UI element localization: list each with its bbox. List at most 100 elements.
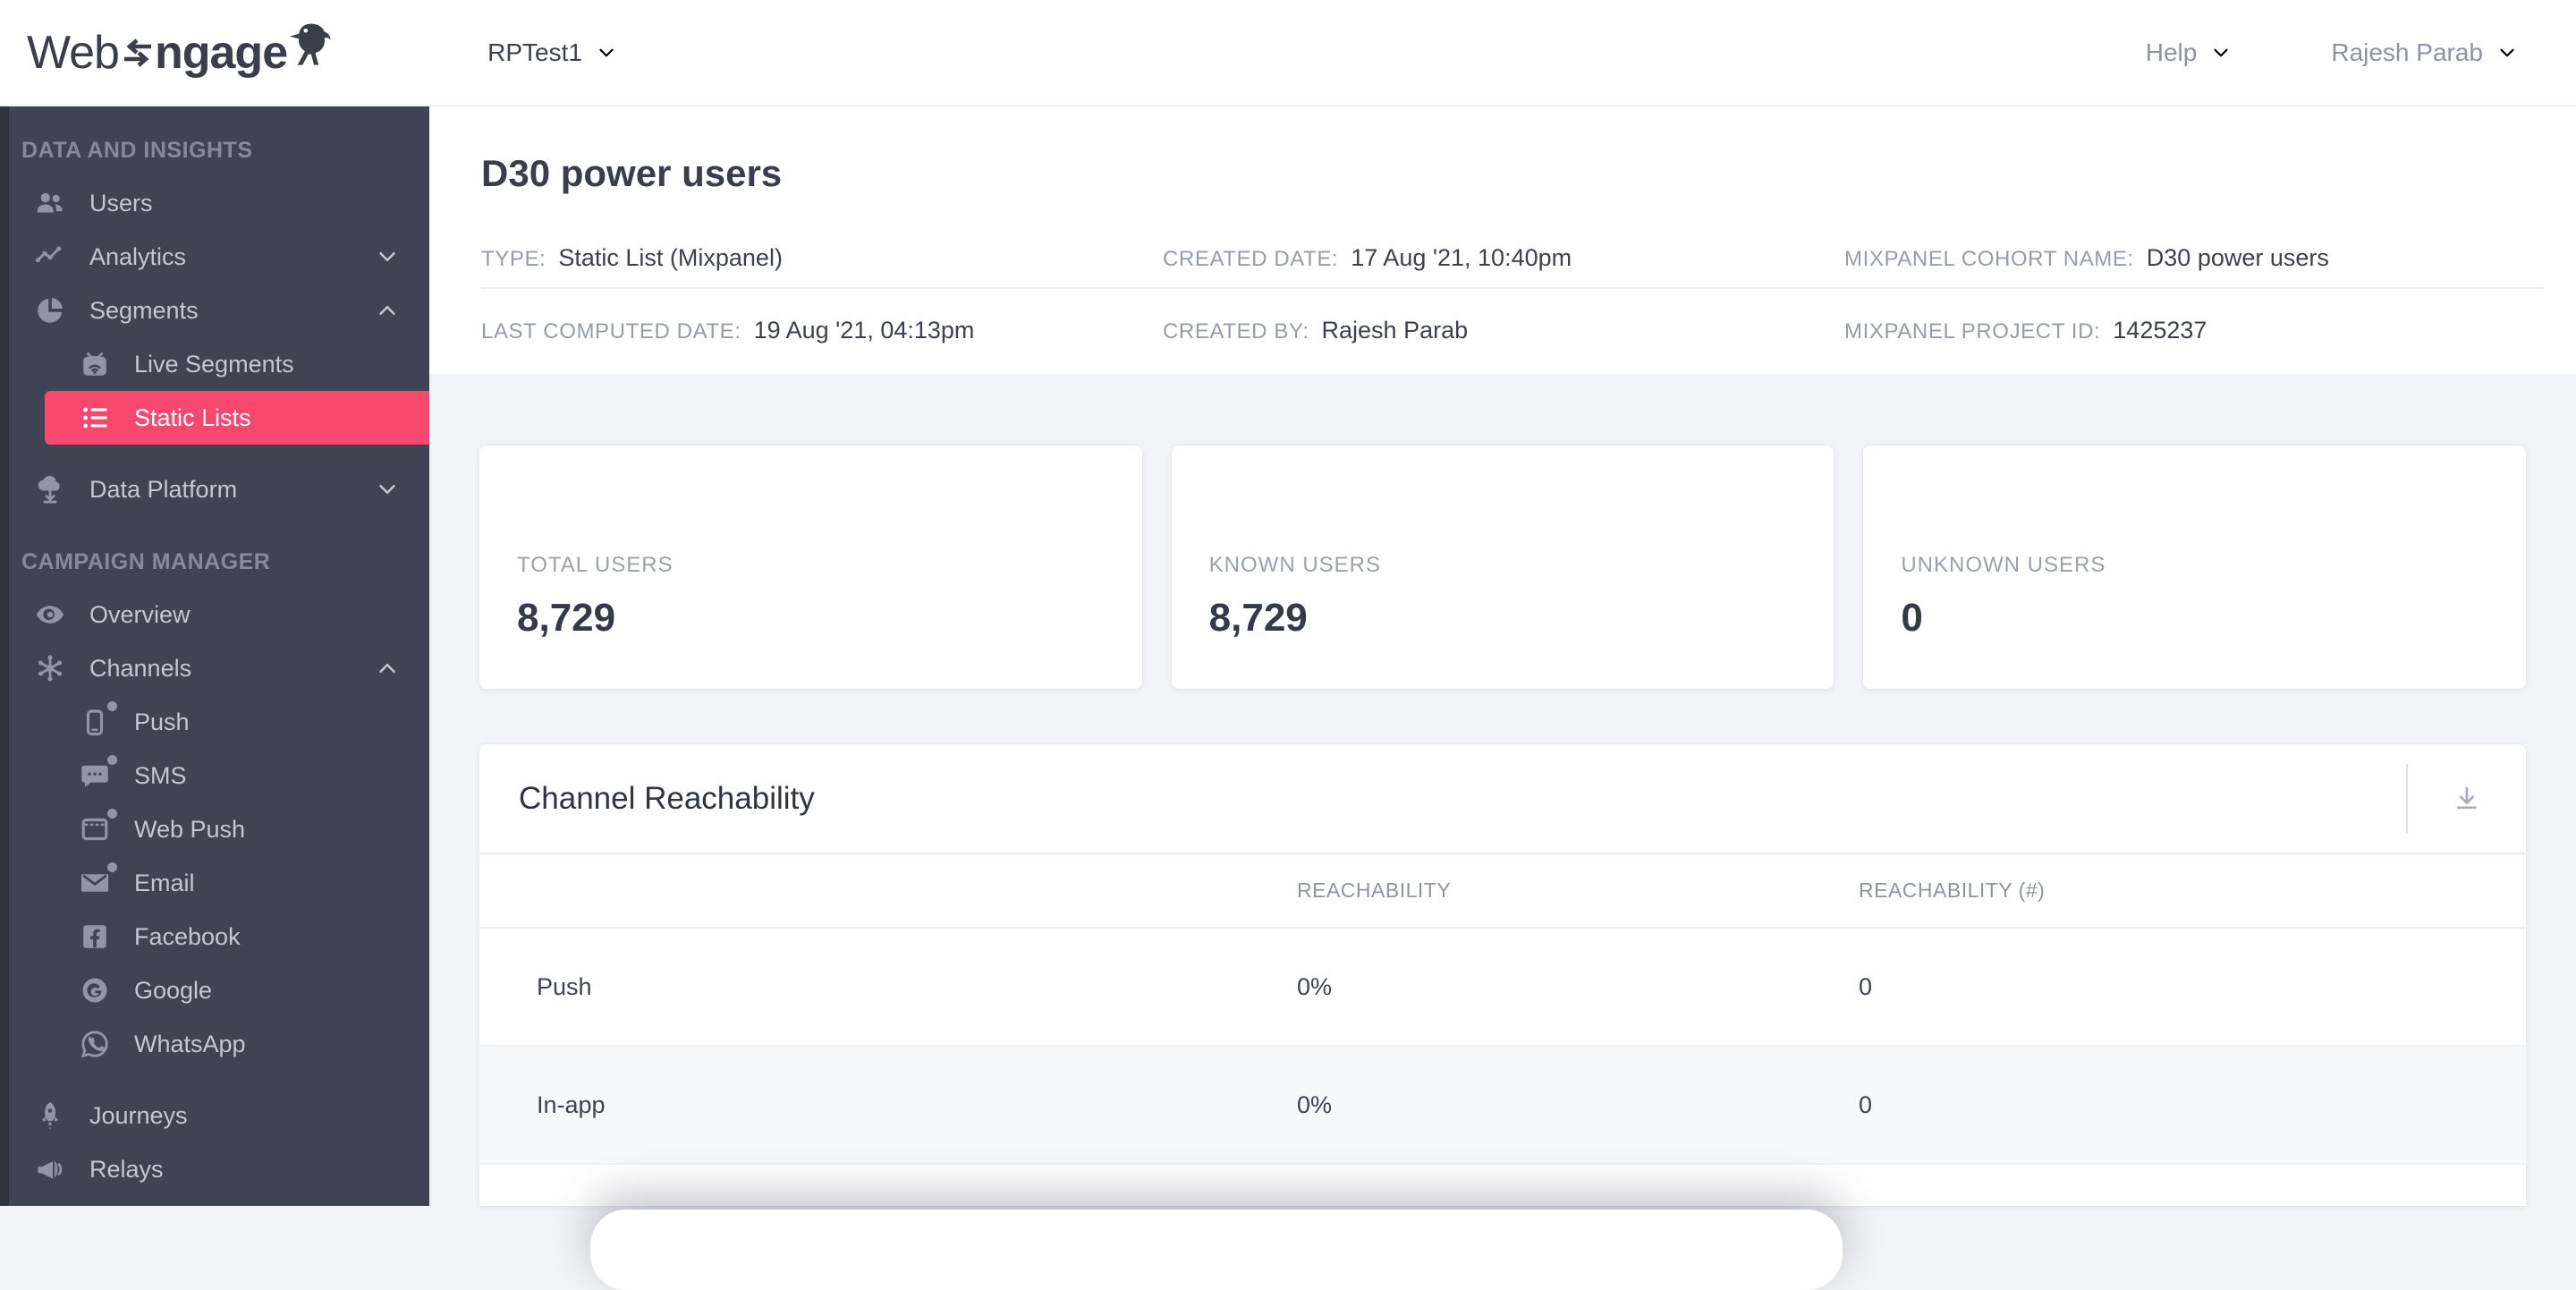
- sidebar-section-campaign-manager: CAMPAIGN MANAGER: [21, 549, 271, 574]
- static-lists-icon: [79, 402, 111, 434]
- sidebar-item-segments[interactable]: Segments: [0, 284, 429, 337]
- webengage-wordmark: Web ngage: [27, 26, 288, 80]
- sidebar-item-channels[interactable]: Channels: [0, 641, 429, 695]
- sidebar-item-overview[interactable]: Overview: [0, 588, 429, 641]
- table-row-partial: [479, 1165, 2526, 1206]
- meta-value: 1425237: [2113, 316, 2207, 344]
- stat-value: 8,729: [517, 596, 616, 640]
- sidebar-item-relays[interactable]: Relays: [0, 1142, 429, 1196]
- logo-ngage-text: ngage: [154, 26, 288, 79]
- meta-cohort-name: MIXPANEL COHORT NAME: D30 power users: [1844, 244, 2544, 272]
- email-channel-icon: [79, 862, 117, 899]
- sidebar-item-push[interactable]: Push: [0, 695, 429, 749]
- meta-type: TYPE: Static List (Mixpanel): [481, 244, 1163, 272]
- project-switcher[interactable]: RPTest1: [487, 38, 618, 67]
- meta-created-date: CREATED DATE: 17 Aug '21, 10:40pm: [1163, 244, 1844, 272]
- analytics-icon: [34, 241, 66, 273]
- chevron-down-icon: [379, 485, 395, 494]
- table-header-row: REACHABILITY REACHABILITY (#): [479, 854, 2526, 929]
- badge-dot: [107, 862, 117, 872]
- column-reachability-count: REACHABILITY (#): [1859, 878, 2046, 902]
- meta-value: D30 power users: [2146, 243, 2329, 271]
- project-name: RPTest1: [487, 38, 582, 66]
- channel-name: Push: [537, 972, 592, 1000]
- stat-label: TOTAL USERS: [517, 553, 674, 577]
- sidebar-item-label: Users: [89, 189, 153, 216]
- sidebar-item-label: Relays: [89, 1155, 164, 1183]
- segments-icon: [34, 294, 66, 327]
- download-button[interactable]: [2408, 744, 2526, 853]
- sidebar-item-facebook[interactable]: Facebook: [0, 910, 429, 963]
- total-users-card: TOTAL USERS 8,729: [479, 446, 1142, 689]
- sidebar-item-label: SMS: [134, 761, 187, 789]
- sidebar-item-data-platform[interactable]: Data Platform: [0, 463, 429, 516]
- top-app-bar: Web ngage RPTest1 Help Rajesh Parab: [0, 0, 2576, 105]
- bottom-floating-element-shadow: [590, 1209, 1843, 1290]
- data-platform-icon: [34, 473, 66, 505]
- sidebar-item-journeys[interactable]: Journeys: [0, 1089, 429, 1142]
- help-label: Help: [2145, 38, 2198, 66]
- meta-label: MIXPANEL COHORT NAME:: [1844, 246, 2134, 271]
- live-segments-icon: [79, 348, 111, 380]
- facebook-icon: [79, 921, 111, 953]
- sidebar-item-live-segments[interactable]: Live Segments: [0, 337, 429, 391]
- badge-dot: [107, 755, 117, 765]
- webengage-bird-icon: [290, 23, 331, 65]
- badge-dot: [107, 701, 117, 711]
- meta-label: MIXPANEL PROJECT ID:: [1844, 318, 2101, 344]
- column-reachability: REACHABILITY: [1297, 878, 1452, 902]
- meta-label: TYPE:: [481, 246, 547, 271]
- meta-created-by: CREATED BY: Rajesh Parab: [1163, 317, 1844, 344]
- known-users-card: KNOWN USERS 8,729: [1171, 446, 1835, 689]
- sidebar-item-label: WhatsApp: [134, 1030, 246, 1057]
- sidebar-item-whatsapp[interactable]: WhatsApp: [0, 1017, 429, 1071]
- page-title: D30 power users: [481, 152, 783, 194]
- badge-dot: [107, 809, 117, 819]
- meta-label: LAST COMPUTED DATE:: [481, 318, 741, 344]
- relays-megaphone-icon: [34, 1153, 66, 1185]
- reachability-count: 0: [1859, 1091, 1873, 1118]
- stat-value: 0: [1901, 596, 1923, 640]
- sidebar-item-users[interactable]: Users: [0, 176, 429, 230]
- main-content: D30 power users TYPE: Static List (Mixpa…: [429, 105, 2576, 1206]
- webengage-logo[interactable]: Web ngage: [27, 23, 341, 80]
- sidebar-item-sms[interactable]: SMS: [0, 749, 429, 802]
- sidebar-item-label: Channels: [89, 654, 192, 682]
- sidebar-item-analytics[interactable]: Analytics: [0, 230, 429, 284]
- page-header: D30 power users TYPE: Static List (Mixpa…: [429, 105, 2576, 374]
- sidebar-item-label: Push: [134, 708, 190, 735]
- sidebar-item-email[interactable]: Email: [0, 856, 429, 910]
- logo-web-text: Web: [27, 26, 120, 79]
- reachability-count: 0: [1859, 972, 1873, 1000]
- meta-value: 17 Aug '21, 10:40pm: [1351, 243, 1572, 271]
- web-push-channel-icon: [79, 809, 117, 845]
- meta-project-id: MIXPANEL PROJECT ID: 1425237: [1844, 317, 2544, 344]
- channels-hub-icon: [34, 652, 66, 684]
- meta-label: CREATED DATE:: [1163, 246, 1339, 271]
- sidebar-item-static-lists[interactable]: Static Lists: [45, 391, 429, 445]
- journeys-rocket-icon: [34, 1099, 66, 1132]
- channel-reachability-panel: Channel Reachability REACHABILITY REACHA…: [479, 744, 2526, 1206]
- table-row: Push 0% 0: [479, 929, 2526, 1047]
- meta-value: 19 Aug '21, 04:13pm: [753, 316, 975, 344]
- eye-icon: [34, 598, 66, 631]
- reachability-percent: 0%: [1297, 972, 1333, 1000]
- sidebar-item-google[interactable]: Google: [0, 963, 429, 1017]
- sidebar-item-web-push[interactable]: Web Push: [0, 802, 429, 856]
- meta-value: Rajesh Parab: [1321, 316, 1469, 344]
- download-icon: [2456, 786, 2478, 809]
- help-menu[interactable]: Help: [2146, 38, 2233, 67]
- account-menu[interactable]: Rajesh Parab: [2331, 38, 2519, 67]
- sidebar-item-label: Email: [134, 869, 195, 896]
- meta-value: Static List (Mixpanel): [558, 243, 783, 271]
- meta-row-1: TYPE: Static List (Mixpanel) CREATED DAT…: [481, 228, 2544, 289]
- push-channel-icon: [79, 701, 117, 738]
- sidebar-item-label: Journeys: [89, 1101, 188, 1129]
- logo-arrows-icon: [123, 38, 151, 67]
- sidebar-item-label: Analytics: [89, 242, 187, 270]
- stat-label: UNKNOWN USERS: [1901, 553, 2106, 577]
- table-row: In-app 0% 0: [479, 1047, 2526, 1165]
- google-icon: [79, 974, 111, 1006]
- stat-cards: TOTAL USERS 8,729 KNOWN USERS 8,729 UNKN…: [479, 446, 2527, 689]
- reachability-percent: 0%: [1297, 1091, 1333, 1118]
